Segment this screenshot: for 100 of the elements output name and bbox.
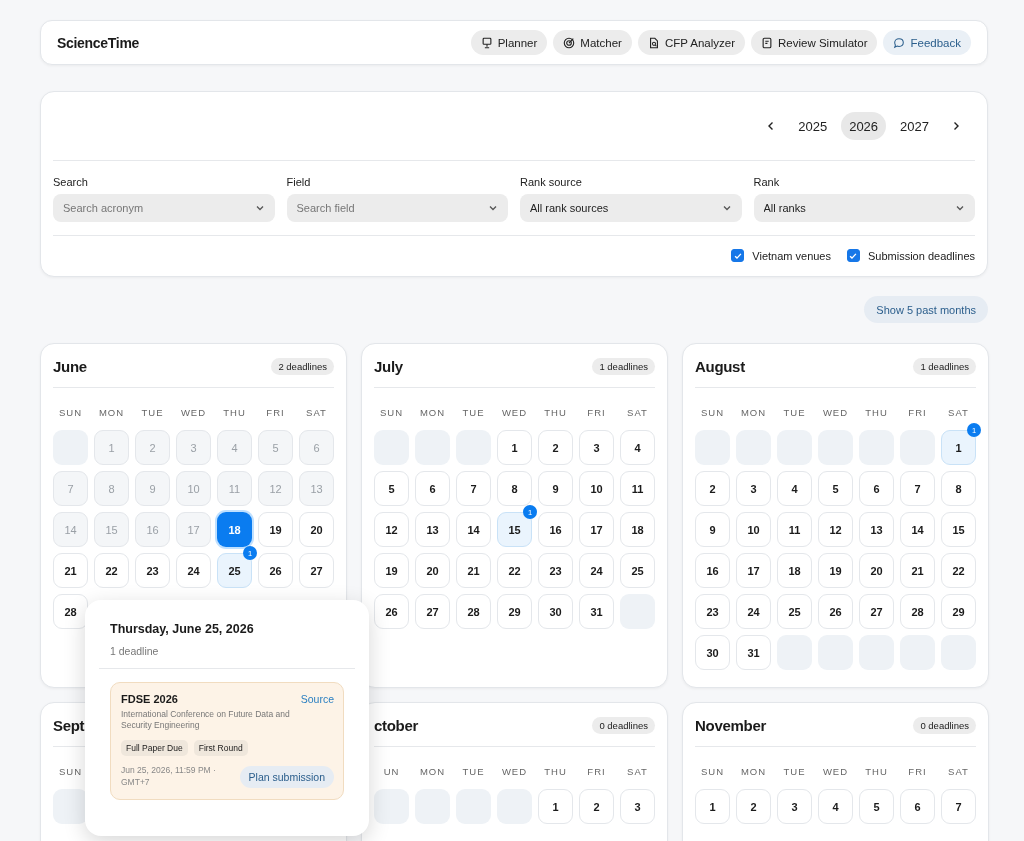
day-cell[interactable]: 22 [94, 553, 129, 588]
nav-button[interactable]: Planner [470, 30, 548, 55]
day-cell[interactable]: 1 [538, 789, 573, 824]
day-cell[interactable]: 17 [579, 512, 614, 547]
day-cell[interactable]: 19 [374, 553, 409, 588]
day-cell[interactable]: 31 [736, 635, 771, 670]
day-cell[interactable]: 15 [941, 512, 976, 547]
day-cell[interactable]: 3 [777, 789, 812, 824]
day-cell[interactable]: 26 [374, 594, 409, 629]
day-cell[interactable]: 27 [415, 594, 450, 629]
day-cell[interactable]: 10 [579, 471, 614, 506]
day-cell[interactable]: 8 [497, 471, 532, 506]
day-cell[interactable]: 24 [579, 553, 614, 588]
day-cell[interactable]: 18 [777, 553, 812, 588]
day-cell[interactable]: 25 [620, 553, 655, 588]
day-cell[interactable]: 21 [456, 553, 491, 588]
day-cell[interactable]: 5 [818, 471, 853, 506]
nav-button[interactable]: Review Simulator [751, 30, 878, 55]
year-tab[interactable]: 2026 [841, 112, 887, 140]
day-cell[interactable]: 26 [818, 594, 853, 629]
day-cell[interactable]: 25 [777, 594, 812, 629]
day-cell[interactable]: 13 [415, 512, 450, 547]
nav-button[interactable]: Matcher [553, 30, 632, 55]
day-cell[interactable]: 7 [941, 789, 976, 824]
day-cell[interactable]: 23 [135, 553, 170, 588]
day-cell[interactable]: 13 [859, 512, 894, 547]
checkbox[interactable] [731, 249, 745, 262]
day-cell[interactable]: 21 [53, 553, 88, 588]
day-cell[interactable]: 9 [695, 512, 730, 547]
day-cell[interactable]: 3 [736, 471, 771, 506]
day-cell[interactable]: 3 [620, 789, 655, 824]
day-cell[interactable]: 10 [736, 512, 771, 547]
day-cell[interactable]: 3 [579, 430, 614, 465]
filter-dropdown[interactable]: All rank sources [520, 194, 742, 222]
day-cell[interactable]: 8 [941, 471, 976, 506]
day-cell[interactable]: 4 [777, 471, 812, 506]
day-cell[interactable]: 4 [818, 789, 853, 824]
day-cell[interactable]: 23 [538, 553, 573, 588]
day-cell[interactable]: 9 [538, 471, 573, 506]
day-cell[interactable]: 28 [900, 594, 935, 629]
day-cell[interactable]: 27 [299, 553, 334, 588]
day-cell[interactable]: 27 [859, 594, 894, 629]
chevron-right-icon [951, 121, 961, 131]
day-cell[interactable]: 12 [374, 512, 409, 547]
day-cell[interactable]: 7 [900, 471, 935, 506]
day-cell[interactable]: 2 [736, 789, 771, 824]
plan-submission-button[interactable]: Plan submission [239, 765, 334, 788]
nav-button[interactable]: CFP Analyzer [637, 30, 745, 55]
day-cell[interactable]: 16 [695, 553, 730, 588]
day-cell[interactable]: 16 [538, 512, 573, 547]
day-cell[interactable]: 14 [456, 512, 491, 547]
day-cell[interactable]: 19 [818, 553, 853, 588]
day-cell[interactable]: 19 [258, 512, 293, 547]
day-cell[interactable]: 30 [695, 635, 730, 670]
day-cell[interactable]: 20 [415, 553, 450, 588]
checkbox[interactable] [847, 249, 860, 262]
today-cell[interactable]: 18 [217, 512, 252, 547]
day-cell[interactable]: 31 [579, 594, 614, 629]
day-cell[interactable]: 20 [299, 512, 334, 547]
source-link[interactable]: Source [300, 693, 334, 705]
day-cell[interactable]: 28 [456, 594, 491, 629]
day-cell[interactable]: 5 [374, 471, 409, 506]
day-cell[interactable]: 21 [900, 553, 935, 588]
day-cell[interactable]: 4 [620, 430, 655, 465]
day-cell[interactable]: 29 [497, 594, 532, 629]
day-cell[interactable]: 5 [859, 789, 894, 824]
year-tab[interactable]: 2027 [892, 112, 937, 140]
filter-label: Search [53, 176, 89, 188]
day-cell[interactable]: 18 [620, 512, 655, 547]
filter-dropdown[interactable]: Search field [286, 194, 508, 222]
year-tab[interactable]: 2025 [790, 112, 836, 140]
day-cell[interactable]: 6 [415, 471, 450, 506]
day-cell[interactable]: 23 [695, 594, 730, 629]
day-cell[interactable]: 11 [777, 512, 812, 547]
day-cell[interactable]: 22 [941, 553, 976, 588]
day-cell[interactable]: 22 [497, 553, 532, 588]
filter-dropdown[interactable]: Search acronym [53, 194, 275, 222]
day-cell[interactable]: 6 [900, 789, 935, 824]
day-cell[interactable]: 7 [456, 471, 491, 506]
day-cell[interactable]: 2 [579, 789, 614, 824]
filter-dropdown[interactable]: All ranks [753, 194, 975, 222]
day-cell[interactable]: 28 [53, 594, 88, 629]
day-cell[interactable]: 1 [695, 789, 730, 824]
nav-button[interactable]: Feedback [883, 30, 971, 55]
day-cell[interactable]: 11 [620, 471, 655, 506]
show-past-months-button[interactable]: Show 5 past months [864, 296, 988, 323]
day-cell[interactable]: 30 [538, 594, 573, 629]
day-cell[interactable]: 17 [736, 553, 771, 588]
day-cell[interactable]: 6 [859, 471, 894, 506]
day-cell[interactable]: 12 [818, 512, 853, 547]
day-cell[interactable]: 20 [859, 553, 894, 588]
day-cell[interactable]: 1 [497, 430, 532, 465]
day-cell[interactable]: 29 [941, 594, 976, 629]
day-cell[interactable]: 14 [900, 512, 935, 547]
filter-label: Rank source [520, 176, 583, 188]
day-cell[interactable]: 24 [736, 594, 771, 629]
day-cell[interactable]: 2 [695, 471, 730, 506]
day-cell[interactable]: 24 [176, 553, 211, 588]
day-cell[interactable]: 2 [538, 430, 573, 465]
day-cell[interactable]: 26 [258, 553, 293, 588]
